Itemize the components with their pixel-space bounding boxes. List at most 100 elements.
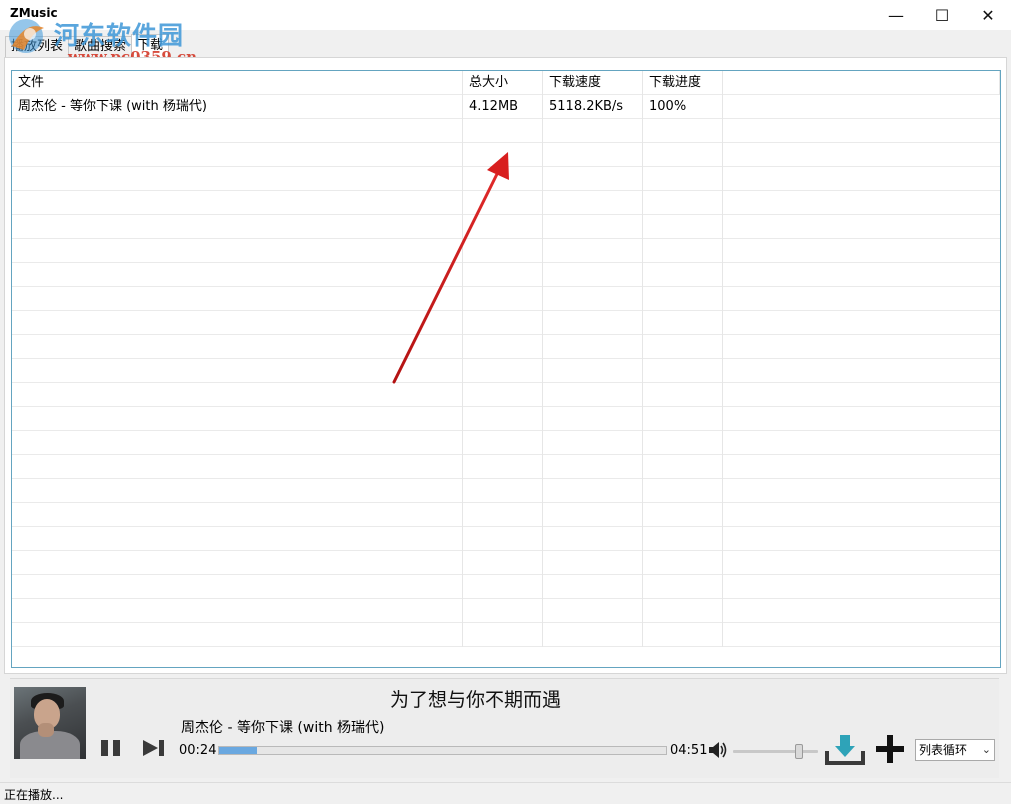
table-cell-empty <box>543 239 643 263</box>
table-cell-empty <box>463 527 543 551</box>
table-cell-empty <box>12 527 463 551</box>
table-cell-empty <box>723 311 1000 335</box>
download-icon[interactable] <box>825 733 865 765</box>
table-cell-empty <box>463 431 543 455</box>
table-cell-empty <box>12 311 463 335</box>
table-row-empty <box>12 263 1000 287</box>
watermark-title: 河东软件园 <box>54 21 185 50</box>
table-cell-empty <box>643 119 723 143</box>
table-cell-empty <box>463 215 543 239</box>
table-cell-empty <box>463 119 543 143</box>
table-cell-empty <box>463 383 543 407</box>
table-row[interactable]: 周杰伦 - 等你下课 (with 杨瑞代) 4.12MB 5118.2KB/s … <box>12 95 1000 119</box>
table-cell-empty <box>12 479 463 503</box>
cell-size: 4.12MB <box>463 95 543 119</box>
table-cell-empty <box>643 335 723 359</box>
cell-progress: 100% <box>643 95 723 119</box>
table-cell-empty <box>543 119 643 143</box>
table-cell-empty <box>643 191 723 215</box>
column-header-file[interactable]: 文件 <box>12 71 463 95</box>
table-cell-empty <box>543 503 643 527</box>
table-row-empty <box>12 311 1000 335</box>
table-cell-empty <box>543 479 643 503</box>
table-cell-empty <box>12 215 463 239</box>
table-cell-empty <box>12 119 463 143</box>
table-cell-empty <box>463 335 543 359</box>
table-row-empty <box>12 119 1000 143</box>
table-cell-empty <box>543 263 643 287</box>
table-cell-empty <box>643 383 723 407</box>
download-table: 文件 总大小 下载速度 下载进度 周杰伦 - 等你下课 (with 杨瑞代) 4… <box>11 70 1001 668</box>
table-cell-empty <box>543 527 643 551</box>
table-cell-empty <box>463 575 543 599</box>
table-cell-empty <box>463 359 543 383</box>
seek-bar-fill <box>219 747 257 754</box>
table-cell-empty <box>543 287 643 311</box>
table-cell-empty <box>723 551 1000 575</box>
table-cell-empty <box>643 239 723 263</box>
table-cell-empty <box>643 407 723 431</box>
table-cell-empty <box>723 623 1000 647</box>
table-cell-empty <box>643 287 723 311</box>
pause-button[interactable] <box>96 737 124 759</box>
table-cell-empty <box>12 503 463 527</box>
table-cell-empty <box>463 191 543 215</box>
table-cell-empty <box>12 599 463 623</box>
table-cell-empty <box>543 407 643 431</box>
volume-slider[interactable] <box>733 744 818 759</box>
volume-slider-thumb[interactable] <box>795 744 804 759</box>
table-cell-empty <box>723 263 1000 287</box>
column-header-progress[interactable]: 下载进度 <box>643 71 723 95</box>
table-cell-empty <box>12 191 463 215</box>
table-cell-empty <box>643 479 723 503</box>
table-cell-empty <box>463 623 543 647</box>
table-cell-empty <box>463 143 543 167</box>
column-header-size[interactable]: 总大小 <box>463 71 543 95</box>
table-cell-empty <box>12 263 463 287</box>
table-cell-empty <box>643 623 723 647</box>
table-cell-empty <box>543 623 643 647</box>
add-icon[interactable] <box>872 733 908 765</box>
download-panel: 文件 总大小 下载速度 下载进度 周杰伦 - 等你下课 (with 杨瑞代) 4… <box>4 57 1007 674</box>
column-header-speed[interactable]: 下载速度 <box>543 71 643 95</box>
table-cell-empty <box>12 575 463 599</box>
pause-icon <box>112 740 120 756</box>
table-row-empty <box>12 239 1000 263</box>
table-cell-empty <box>463 167 543 191</box>
loop-mode-select[interactable]: 列表循环 ⌄ <box>915 739 995 761</box>
table-cell-empty <box>463 479 543 503</box>
lyric-line: 为了想与你不期而遇 <box>390 689 562 711</box>
table-cell-empty <box>723 239 1000 263</box>
table-row-empty <box>12 431 1000 455</box>
loop-mode-value: 列表循环 <box>919 743 968 757</box>
table-cell-empty <box>12 335 463 359</box>
table-cell-empty <box>543 359 643 383</box>
table-cell-empty <box>12 431 463 455</box>
close-button[interactable]: ✕ <box>965 0 1011 30</box>
volume-icon[interactable] <box>707 739 729 761</box>
table-row-empty <box>12 167 1000 191</box>
column-header-empty <box>723 71 1000 95</box>
table-cell-empty <box>723 479 1000 503</box>
maximize-button[interactable]: ☐ <box>919 0 965 30</box>
table-cell-empty <box>543 191 643 215</box>
table-cell-empty <box>463 407 543 431</box>
table-cell-empty <box>12 359 463 383</box>
table-cell-empty <box>543 431 643 455</box>
table-cell-empty <box>723 503 1000 527</box>
table-header: 文件 总大小 下载速度 下载进度 <box>12 71 1000 95</box>
table-cell-empty <box>543 383 643 407</box>
table-cell-empty <box>643 575 723 599</box>
table-row-empty <box>12 383 1000 407</box>
table-cell-empty <box>643 527 723 551</box>
table-cell-empty <box>723 599 1000 623</box>
table-cell-empty <box>12 239 463 263</box>
seek-bar[interactable] <box>218 746 667 755</box>
table-cell-empty <box>723 455 1000 479</box>
next-track-icon[interactable] <box>140 737 168 759</box>
table-row-empty <box>12 527 1000 551</box>
minimize-button[interactable]: — <box>873 0 919 30</box>
table-row-empty <box>12 455 1000 479</box>
table-cell-empty <box>12 287 463 311</box>
table-cell-empty <box>643 599 723 623</box>
